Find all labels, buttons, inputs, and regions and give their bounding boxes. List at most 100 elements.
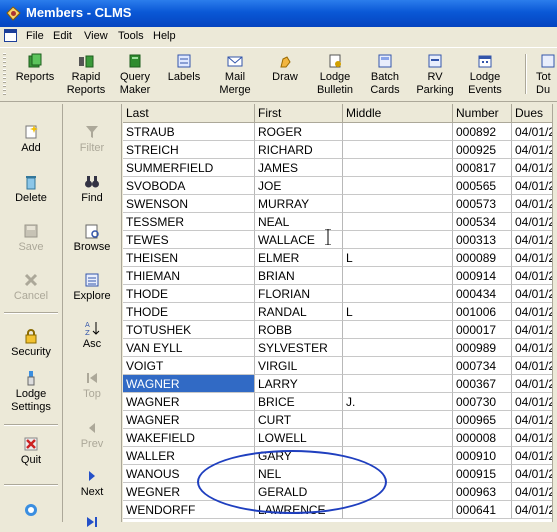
cell-number[interactable]: 000730 <box>453 393 512 411</box>
cell-dues[interactable]: 04/01/2 <box>512 249 557 267</box>
save-button[interactable]: Save <box>0 223 62 254</box>
cell-dues[interactable]: 04/01/2 <box>512 177 557 195</box>
cell-dues[interactable]: 04/01/2 <box>512 429 557 447</box>
cell-last[interactable]: VAN EYLL <box>123 339 255 357</box>
mail-merge-button[interactable]: Mail Merge <box>214 50 256 98</box>
table-row[interactable]: TESSMER NEAL 000534 04/01/2 <box>123 213 557 231</box>
cell-middle[interactable] <box>343 267 453 285</box>
cell-last[interactable]: WEGNER <box>123 483 255 501</box>
cell-first[interactable]: LOWELL <box>255 429 343 447</box>
cell-first[interactable]: BRIAN <box>255 267 343 285</box>
table-row[interactable]: VAN EYLL SYLVESTER 000989 04/01/2 <box>123 339 557 357</box>
cell-number[interactable]: 000008 <box>453 429 512 447</box>
cell-middle[interactable] <box>343 141 453 159</box>
table-row[interactable]: SVOBODA JOE 000565 04/01/2 <box>123 177 557 195</box>
table-row[interactable]: WAGNER CURT 000965 04/01/2 <box>123 411 557 429</box>
cell-number[interactable]: 000963 <box>453 483 512 501</box>
cell-number[interactable]: 000925 <box>453 141 512 159</box>
cell-middle[interactable] <box>343 195 453 213</box>
cell-middle[interactable] <box>343 501 453 519</box>
cell-dues[interactable]: 04/01/2 <box>512 195 557 213</box>
cell-middle[interactable] <box>343 321 453 339</box>
cell-dues[interactable]: 04/01/2 <box>512 465 557 483</box>
cell-last[interactable]: WANOUS <box>123 465 255 483</box>
cell-first[interactable]: JAMES <box>255 159 343 177</box>
table-row[interactable]: WENDORFF LAWRENCE 000641 04/01/2 <box>123 501 557 519</box>
cell-dues[interactable]: 04/01/2 <box>512 213 557 231</box>
cell-dues[interactable]: 04/01/2 <box>512 159 557 177</box>
cell-number[interactable]: 000965 <box>453 411 512 429</box>
cell-middle[interactable]: J. <box>343 393 453 411</box>
cell-middle[interactable] <box>343 159 453 177</box>
menu-edit[interactable]: Edit <box>53 30 72 42</box>
cell-first[interactable]: LAWRENCE <box>255 501 343 519</box>
cell-dues[interactable]: 04/01/2 <box>512 357 557 375</box>
cell-middle[interactable] <box>343 411 453 429</box>
cell-first[interactable]: RANDAL <box>255 303 343 321</box>
batch-cards-button[interactable]: Batch Cards <box>364 50 406 98</box>
prev-button[interactable]: Prev <box>64 420 120 451</box>
cell-number[interactable]: 000089 <box>453 249 512 267</box>
cell-dues[interactable]: 04/01/2 <box>512 447 557 465</box>
cell-dues[interactable]: 04/01/2 <box>512 339 557 357</box>
table-row[interactable]: STRAUB ROGER 000892 04/01/2 <box>123 123 557 141</box>
cell-first[interactable]: NEL <box>255 465 343 483</box>
cell-dues[interactable]: 04/01/2 <box>512 411 557 429</box>
totals-button[interactable]: Tot Du <box>536 50 557 98</box>
cell-first[interactable]: GERALD <box>255 483 343 501</box>
cell-number[interactable]: 000367 <box>453 375 512 393</box>
cell-middle[interactable] <box>343 483 453 501</box>
cell-first[interactable]: MURRAY <box>255 195 343 213</box>
column-header-dues[interactable]: Dues <box>512 104 557 122</box>
cell-first[interactable]: FLORIAN <box>255 285 343 303</box>
cell-first[interactable]: SYLVESTER <box>255 339 343 357</box>
column-header-last[interactable]: Last <box>123 104 255 122</box>
cell-last[interactable]: TEWES <box>123 231 255 249</box>
cell-last[interactable]: TOTUSHEK <box>123 321 255 339</box>
cell-first[interactable]: CURT <box>255 411 343 429</box>
cell-dues[interactable]: 04/01/2 <box>512 393 557 411</box>
table-row[interactable]: VOIGT VIRGIL 000734 04/01/2 <box>123 357 557 375</box>
lodge-bulletin-button[interactable]: Lodge Bulletin <box>313 50 357 98</box>
cell-first[interactable]: GARY <box>255 447 343 465</box>
cell-last[interactable]: WAKEFIELD <box>123 429 255 447</box>
cell-dues[interactable]: 04/01/2 <box>512 285 557 303</box>
cell-dues[interactable]: 04/01/2 <box>512 303 557 321</box>
rv-parking-button[interactable]: RV Parking <box>413 50 457 98</box>
cell-middle[interactable]: L <box>343 303 453 321</box>
cell-last[interactable]: THIEMAN <box>123 267 255 285</box>
vertical-scrollbar[interactable] <box>552 104 557 522</box>
table-row[interactable]: STREICH RICHARD 000925 04/01/2 <box>123 141 557 159</box>
cancel-button[interactable]: Cancel <box>0 272 62 303</box>
delete-button[interactable]: Delete <box>0 174 62 205</box>
table-row[interactable]: SUMMERFIELD JAMES 000817 04/01/2 <box>123 159 557 177</box>
cell-middle[interactable] <box>343 177 453 195</box>
table-row[interactable]: WAGNER LARRY 000367 04/01/2 <box>123 375 557 393</box>
cell-middle[interactable] <box>343 285 453 303</box>
cell-middle[interactable] <box>343 231 453 249</box>
lodge-events-button[interactable]: Lodge Events <box>463 50 507 98</box>
cell-first[interactable]: ROGER <box>255 123 343 141</box>
members-grid[interactable]: Last First Middle Number Dues STRAUB ROGE… <box>123 104 557 522</box>
cell-last[interactable]: STREICH <box>123 141 255 159</box>
document-icon[interactable] <box>4 29 17 42</box>
cell-number[interactable]: 001006 <box>453 303 512 321</box>
cell-last[interactable]: WENDORFF <box>123 501 255 519</box>
cell-dues[interactable]: 04/01/2 <box>512 375 557 393</box>
cell-last[interactable]: WAGNER <box>123 375 255 393</box>
cell-number[interactable]: 000313 <box>453 231 512 249</box>
menu-file[interactable]: File <box>26 30 44 42</box>
table-row[interactable]: THIEMAN BRIAN 000914 04/01/2 <box>123 267 557 285</box>
table-row[interactable]: WAGNER BRICE J. 000730 04/01/2 <box>123 393 557 411</box>
rapid-reports-button[interactable]: Rapid Reports <box>62 50 110 98</box>
labels-button[interactable]: Labels <box>164 50 204 98</box>
lodge-settings-button[interactable]: Lodge Settings <box>0 370 62 414</box>
table-row[interactable]: THODE RANDAL L 001006 04/01/2 <box>123 303 557 321</box>
cell-last[interactable]: WAGNER <box>123 411 255 429</box>
table-row[interactable]: TOTUSHEK ROBB 000017 04/01/2 <box>123 321 557 339</box>
cell-middle[interactable] <box>343 429 453 447</box>
next-button[interactable]: Next <box>64 468 120 499</box>
cell-dues[interactable]: 04/01/2 <box>512 231 557 249</box>
cell-last[interactable]: THODE <box>123 285 255 303</box>
browse-button[interactable]: Browse <box>64 223 120 254</box>
